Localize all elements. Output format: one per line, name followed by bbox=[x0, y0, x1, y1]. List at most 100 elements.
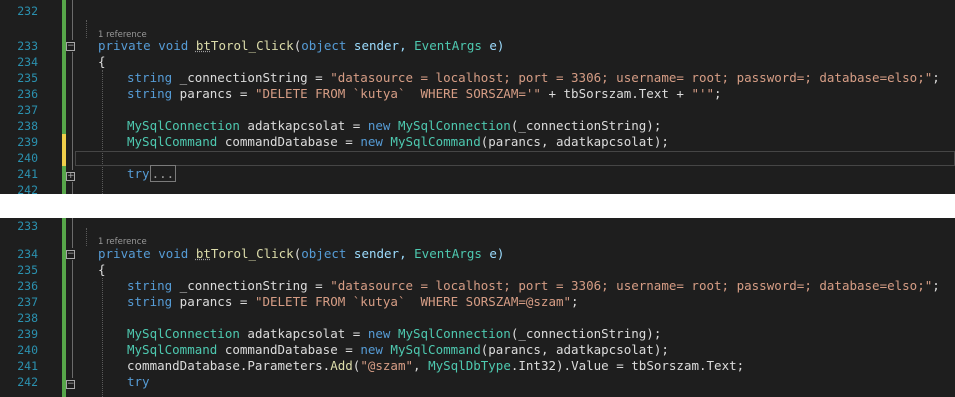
line-number: 238 bbox=[17, 119, 38, 133]
code-line-try-collapsed[interactable]: try... bbox=[127, 165, 955, 182]
fold-guide bbox=[72, 0, 73, 40]
fold-guide bbox=[72, 260, 73, 378]
type-mysqlconnection: MySqlConnection bbox=[397, 326, 511, 341]
line-number-gutter: 233 234 235 236 237 238 239 240 241 242 bbox=[0, 218, 56, 397]
change-indicator-unsaved bbox=[62, 134, 66, 166]
change-indicator-saved bbox=[62, 218, 66, 397]
panel-separator bbox=[0, 194, 955, 218]
param-sender: sender, bbox=[346, 246, 415, 261]
indent-guide bbox=[86, 20, 87, 38]
string-literal: "DELETE FROM `kutya` WHERE SORSZAM=@szam… bbox=[254, 294, 572, 309]
arguments: (_connectionString); bbox=[510, 118, 662, 133]
code-line-signature[interactable]: private void btTorol_Click(object sender… bbox=[98, 38, 955, 54]
keyword-new: new bbox=[360, 134, 383, 149]
keyword-string: string bbox=[127, 294, 173, 309]
param-e: e) bbox=[481, 38, 505, 53]
collapse-method-icon[interactable]: − bbox=[66, 42, 75, 51]
method-name: btTorol_Click bbox=[195, 246, 294, 261]
code-line-signature[interactable]: private void btTorol_Click(object sender… bbox=[98, 246, 955, 262]
indent-guide bbox=[102, 70, 103, 194]
line-number: 242 bbox=[17, 375, 38, 389]
type-mysqlcommand: MySqlCommand bbox=[390, 134, 481, 149]
line-number: 239 bbox=[17, 135, 38, 149]
indent-guide bbox=[102, 278, 103, 397]
identifier: _connectionString = bbox=[172, 70, 331, 85]
identifier: commandDatabase = bbox=[217, 342, 361, 357]
line-number: 233 bbox=[17, 219, 38, 233]
keyword-new: new bbox=[367, 326, 391, 341]
arguments: (_connectionString); bbox=[510, 326, 662, 341]
collapse-method-icon[interactable]: − bbox=[66, 250, 75, 259]
code-line-mysqlcommand[interactable]: MySqlCommand commandDatabase = new MySql… bbox=[127, 342, 955, 358]
line-number: 240 bbox=[17, 151, 38, 165]
keyword-private: private bbox=[98, 246, 151, 261]
string-literal: "DELETE FROM `kutya` WHERE SORSZAM='" bbox=[254, 86, 541, 101]
type-mysqlconnection: MySqlConnection bbox=[127, 326, 240, 341]
string-literal: "'" bbox=[691, 86, 715, 101]
type-mysqlconnection: MySqlConnection bbox=[397, 118, 511, 133]
fold-guide bbox=[72, 182, 73, 194]
type-eventargs: EventArgs bbox=[414, 246, 482, 261]
code-line-mysqlconnection[interactable]: MySqlConnection adatkapcsolat = new MySq… bbox=[127, 118, 955, 134]
expression: + tbSorszam.Text + bbox=[540, 86, 692, 101]
code-line-try[interactable]: try bbox=[127, 374, 955, 390]
code-line-mysqlconnection[interactable]: MySqlConnection adatkapcsolat = new MySq… bbox=[127, 326, 955, 342]
line-number: 237 bbox=[17, 103, 38, 117]
keyword-object: object bbox=[301, 246, 347, 261]
keyword-new: new bbox=[367, 118, 391, 133]
method-add: Add bbox=[330, 358, 353, 373]
line-number: 240 bbox=[17, 343, 38, 357]
code-line-brace[interactable]: { bbox=[98, 54, 955, 70]
code-line-brace[interactable]: { bbox=[98, 262, 955, 278]
identifier: adatkapcsolat = bbox=[239, 326, 368, 341]
collapse-try-icon[interactable]: − bbox=[66, 380, 75, 389]
code-line-parameters-add[interactable]: commandDatabase.Parameters.Add("@szam", … bbox=[127, 358, 955, 374]
line-number-gutter: 232 233 234 235 236 237 238 239 240 241 … bbox=[0, 0, 56, 194]
code-editor-top[interactable]: 232 233 234 235 236 237 238 239 240 241 … bbox=[0, 0, 955, 194]
current-line-highlight bbox=[75, 151, 955, 166]
param-sender: sender, bbox=[346, 38, 415, 53]
line-number: 237 bbox=[17, 295, 38, 309]
line-number: 236 bbox=[17, 279, 38, 293]
string-literal: "@szam" bbox=[360, 358, 413, 373]
line-number: 233 bbox=[17, 39, 38, 53]
method-name: btTorol_Click bbox=[195, 38, 294, 53]
keyword-string: string bbox=[127, 86, 173, 101]
line-number: 235 bbox=[17, 71, 38, 85]
identifier: commandDatabase = bbox=[217, 134, 361, 149]
semicolon: ; bbox=[932, 70, 940, 85]
fold-guide bbox=[72, 52, 73, 170]
parameters-access: commandDatabase.Parameters. bbox=[127, 358, 331, 373]
keyword-void: void bbox=[158, 38, 189, 53]
separator: , bbox=[413, 358, 429, 373]
keyword-string: string bbox=[127, 278, 173, 293]
keyword-string: string bbox=[127, 70, 173, 85]
identifier: adatkapcsolat = bbox=[239, 118, 368, 133]
line-number: 238 bbox=[17, 311, 38, 325]
keyword-private: private bbox=[98, 38, 151, 53]
code-line-connection-string[interactable]: string _connectionString = "datasource =… bbox=[127, 278, 955, 294]
code-line-parancs[interactable]: string parancs = "DELETE FROM `kutya` WH… bbox=[127, 86, 955, 102]
semicolon: ; bbox=[932, 278, 940, 293]
code-line-mysqlcommand[interactable]: MySqlCommand commandDatabase = new MySql… bbox=[127, 134, 955, 150]
keyword-new: new bbox=[360, 342, 383, 357]
collapsed-region-indicator[interactable]: ... bbox=[149, 165, 177, 182]
string-literal: "datasource = localhost; port = 3306; us… bbox=[330, 278, 933, 293]
param-e: e) bbox=[481, 246, 505, 261]
line-number: 241 bbox=[17, 359, 38, 373]
code-editor-bottom[interactable]: 233 234 235 236 237 238 239 240 241 242 … bbox=[0, 218, 955, 397]
identifier: _connectionString = bbox=[172, 278, 331, 293]
code-line-connection-string[interactable]: string _connectionString = "datasource =… bbox=[127, 70, 955, 86]
semicolon: ; bbox=[571, 294, 579, 309]
fold-guide bbox=[72, 218, 73, 248]
keyword-try: try bbox=[127, 374, 150, 389]
keyword-void: void bbox=[158, 246, 189, 261]
line-number: 234 bbox=[17, 55, 38, 69]
indent-guide bbox=[86, 228, 87, 246]
code-line-parancs[interactable]: string parancs = "DELETE FROM `kutya` WH… bbox=[127, 294, 955, 310]
arguments: (parancs, adatkapcsolat); bbox=[480, 134, 669, 149]
keyword-object: object bbox=[301, 38, 347, 53]
expand-try-icon[interactable]: + bbox=[66, 172, 75, 181]
